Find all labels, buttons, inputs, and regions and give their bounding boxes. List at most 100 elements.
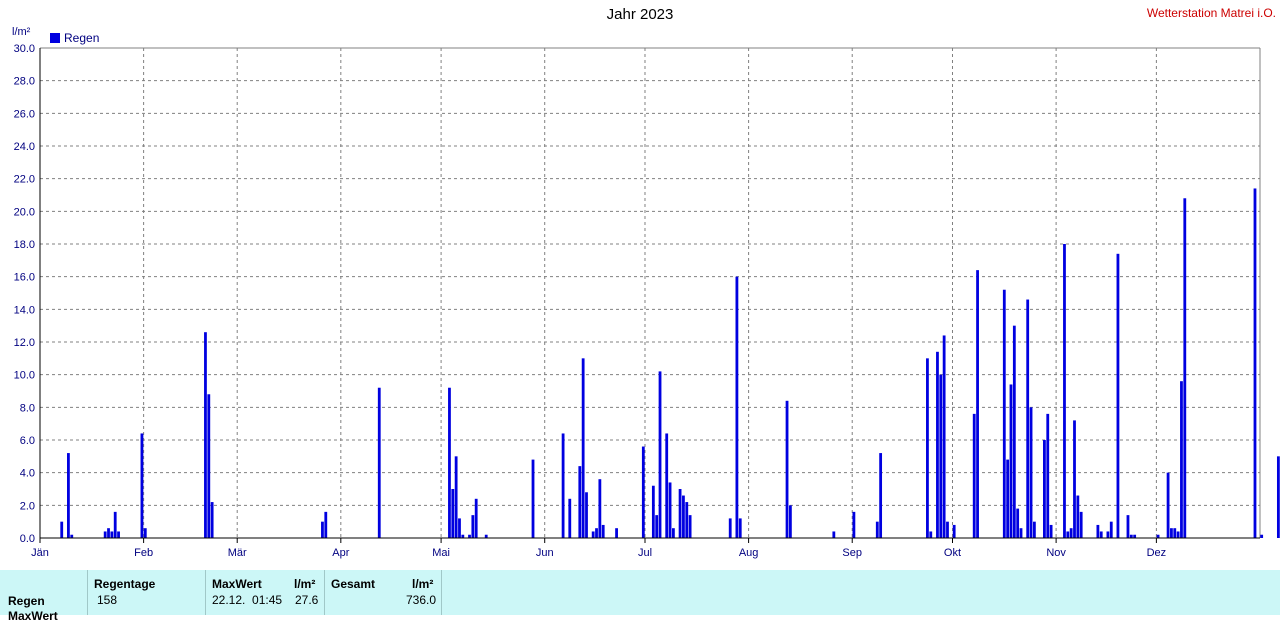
rain-bar: [1032, 521, 1036, 538]
rain-bar: [568, 498, 572, 538]
y-tick-label: 28.0: [14, 76, 35, 88]
summary-divider: [205, 570, 206, 615]
y-tick-label: 24.0: [14, 141, 35, 153]
rain-bar: [1073, 420, 1076, 538]
rain-bar: [682, 495, 685, 538]
y-tick-label: 14.0: [14, 304, 35, 316]
rain-bar: [641, 446, 645, 538]
rain-bar: [615, 528, 618, 538]
y-tick-label: 4.0: [20, 468, 35, 480]
maxwert-header: MaxWert: [212, 577, 262, 591]
x-tick-label: Okt: [944, 547, 961, 559]
rain-bar: [595, 528, 598, 538]
rain-bar: [852, 511, 856, 538]
rain-bar: [117, 531, 120, 538]
rain-bar: [1063, 244, 1066, 538]
rain-bar: [1176, 531, 1180, 538]
rain-bar: [735, 276, 739, 538]
rain-bar: [658, 371, 662, 538]
rain-bar: [321, 521, 324, 538]
rain-bar: [936, 351, 939, 538]
rain-bar: [685, 502, 689, 538]
rain-bar: [1116, 253, 1120, 539]
rain-bar: [671, 528, 675, 538]
rain-bar: [377, 387, 381, 538]
rain-bar: [474, 498, 478, 538]
y-tick-label: 22.0: [14, 174, 35, 186]
rain-bar: [451, 489, 455, 538]
rain-bar: [1026, 299, 1030, 538]
rain-bar: [1012, 325, 1016, 538]
rain-bar: [952, 524, 956, 538]
rain-bar: [1002, 289, 1006, 538]
rain-bar: [1049, 524, 1053, 538]
rain-bar: [143, 528, 147, 538]
rain-bar: [113, 511, 117, 538]
rain-bar: [1166, 472, 1170, 538]
rain-bar: [1126, 515, 1130, 538]
y-tick-label: 30.0: [14, 43, 35, 55]
rain-bar: [1046, 413, 1050, 538]
rain-bar: [939, 374, 943, 538]
rain-bar: [875, 521, 879, 538]
rain-chart: 0.0 2.0 4.0 6.0 8.0 10.0 12.0 14.0 16.0 18.0 20.0 2…: [14, 43, 1280, 559]
y-tick-label: 18.0: [14, 239, 35, 251]
x-tick-label: Dez: [1147, 547, 1167, 559]
maxwert-unit: l/m²: [294, 577, 316, 591]
rain-bar: [561, 433, 565, 538]
y-tick-label: 10.0: [14, 370, 35, 382]
x-tick-label: Nov: [1046, 547, 1066, 559]
maxwert-value: 27.6: [295, 593, 319, 607]
rain-bar: [688, 515, 692, 538]
rain-bar: [1076, 495, 1080, 538]
rain-bar: [788, 505, 792, 538]
gesamt-value: 736.0: [406, 593, 437, 607]
rain-bar: [1173, 528, 1177, 538]
summary-divider: [324, 570, 325, 615]
rain-bar: [578, 466, 582, 538]
summary-divider: [441, 570, 442, 615]
rain-bar: [454, 456, 458, 538]
rain-bar: [976, 270, 979, 538]
rain-bar: [926, 358, 929, 538]
summary-row-label: Regen: [8, 594, 45, 608]
y-tick-label: 12.0: [14, 337, 35, 349]
y-tick-label: 6.0: [20, 435, 35, 447]
rain-bar: [946, 521, 949, 538]
x-tick-label: Aug: [739, 547, 759, 559]
y-tick-label: 8.0: [20, 402, 35, 414]
x-tick-label: Sep: [842, 547, 862, 559]
rain-bar: [60, 521, 64, 538]
rain-bar: [591, 531, 595, 538]
maxwert-datetime: 22.12. 01:45: [212, 593, 283, 607]
rain-bar: [665, 433, 669, 538]
rain-bar: [832, 531, 836, 538]
rain-bar: [458, 518, 461, 538]
rain-bar: [1276, 456, 1280, 538]
rain-bar: [581, 358, 585, 538]
regentage-header: Regentage: [94, 577, 156, 591]
rain-bar: [103, 531, 107, 538]
rain-bar: [1079, 511, 1083, 538]
x-tick-label: Apr: [332, 547, 349, 559]
rain-bar: [140, 433, 144, 538]
rain-bar: [1066, 531, 1070, 538]
rain-bar: [110, 531, 114, 538]
rain-bar: [879, 453, 883, 538]
rain-bar: [210, 502, 214, 538]
rain-bar: [598, 479, 602, 538]
rain-bar: [585, 492, 588, 538]
rain-bar: [1043, 440, 1046, 538]
rain-bar: [1170, 528, 1173, 538]
y-tick-label: 2.0: [20, 500, 35, 512]
rain-bar: [1006, 459, 1010, 538]
rain-bar: [1109, 521, 1113, 538]
rain-bar: [655, 515, 659, 538]
y-tick-label: 20.0: [14, 206, 35, 218]
y-tick-label: 26.0: [14, 108, 35, 120]
rain-bar: [1183, 198, 1187, 538]
rain-bar: [67, 453, 70, 538]
rain-bar: [942, 335, 946, 538]
rain-bar: [324, 511, 328, 538]
rain-bar: [1029, 407, 1033, 538]
